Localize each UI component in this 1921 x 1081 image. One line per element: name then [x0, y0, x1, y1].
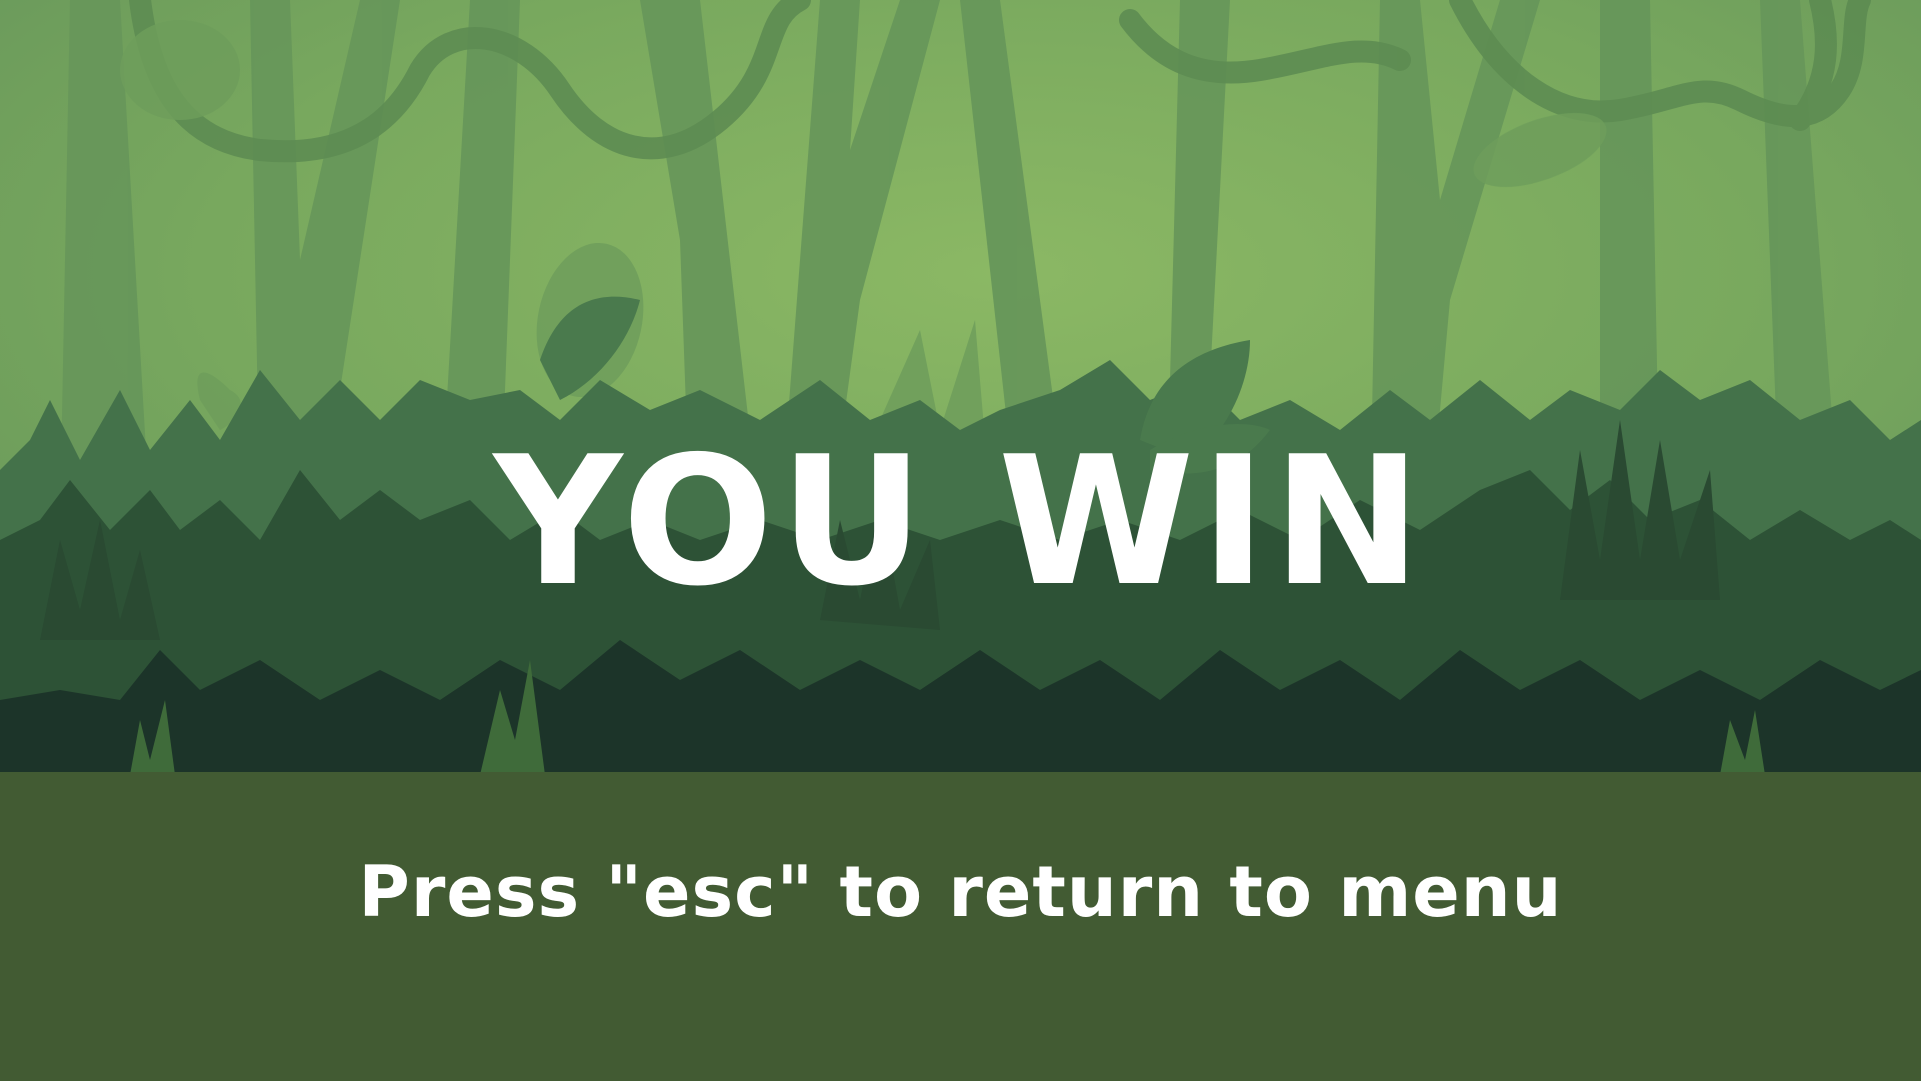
win-screen: YOU WIN Press "esc" to return to menu: [0, 0, 1921, 1081]
win-title: YOU WIN: [493, 418, 1428, 625]
return-to-menu-hint: Press "esc" to return to menu: [358, 851, 1563, 933]
